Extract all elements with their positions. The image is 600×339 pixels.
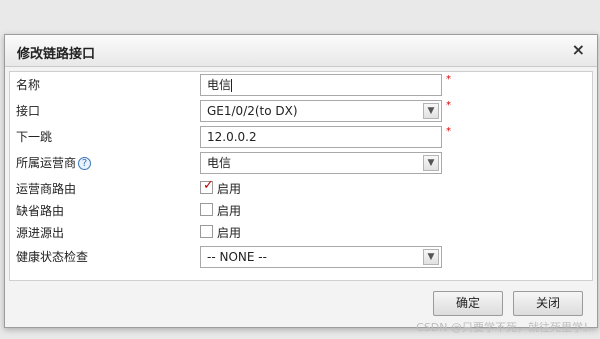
name-input-value: 电信 xyxy=(207,78,232,92)
next-hop-input[interactable]: 12.0.0.2 xyxy=(200,126,442,148)
dialog-title: 修改链路接口 xyxy=(17,47,96,62)
default-route-label: 缺省路由 xyxy=(16,204,65,218)
row-next-hop: 下一跳 12.0.0.2 * xyxy=(10,126,592,148)
name-input[interactable]: 电信 xyxy=(200,74,442,96)
default-route-checkbox[interactable] xyxy=(200,203,213,216)
ok-button[interactable]: 确定 xyxy=(433,291,503,316)
isp-route-enable-label[interactable]: 启用 xyxy=(217,180,241,197)
interface-label: 接口 xyxy=(16,104,41,118)
checkmark-icon: ✓ xyxy=(203,178,214,193)
row-default-route: 缺省路由 启用 xyxy=(10,200,592,222)
row-interface: 接口 GE1/0/2(to DX) ▼ * xyxy=(10,100,592,122)
isp-route-label: 运营商路由 xyxy=(16,182,77,196)
chevron-down-icon[interactable]: ▼ xyxy=(423,249,439,265)
help-icon[interactable]: ? xyxy=(78,157,92,170)
interface-select-value: GE1/0/2(to DX) xyxy=(207,104,298,118)
source-in-out-label: 源进源出 xyxy=(16,226,65,240)
close-button[interactable]: 关闭 xyxy=(513,291,583,316)
source-in-out-checkbox[interactable] xyxy=(200,225,213,238)
chevron-down-icon[interactable]: ▼ xyxy=(423,103,439,119)
isp-select[interactable]: 电信 ▼ xyxy=(200,152,442,174)
name-label: 名称 xyxy=(16,78,41,92)
interface-select[interactable]: GE1/0/2(to DX) ▼ xyxy=(200,100,442,122)
isp-label: 所属运营商? xyxy=(16,154,92,171)
isp-label-text: 所属运营商 xyxy=(16,156,77,170)
row-source-in-out: 源进源出 启用 xyxy=(10,222,592,244)
required-marker: * xyxy=(446,74,451,85)
watermark: CSDN @只要学不死，就往死里学！ xyxy=(416,321,594,334)
row-health-check: 健康状态检查 -- NONE -- ▼ xyxy=(10,246,592,268)
default-route-enable-label[interactable]: 启用 xyxy=(217,202,241,219)
health-check-select-value: -- NONE -- xyxy=(207,250,267,264)
edit-link-interface-dialog: 修改链路接口 × 名称 电信 * 接口 GE1/0/2(to DX) ▼ * 下… xyxy=(4,34,598,328)
required-marker: * xyxy=(446,126,451,137)
chevron-down-icon[interactable]: ▼ xyxy=(423,155,439,171)
isp-route-checkbox[interactable]: ✓ xyxy=(200,178,214,194)
dialog-titlebar: 修改链路接口 × xyxy=(5,35,597,67)
health-check-label: 健康状态检查 xyxy=(16,250,89,264)
row-isp-route: 运营商路由 ✓ 启用 xyxy=(10,178,592,200)
next-hop-label: 下一跳 xyxy=(16,130,53,144)
text-cursor xyxy=(231,79,233,92)
next-hop-value: 12.0.0.2 xyxy=(207,130,257,144)
row-name: 名称 电信 * xyxy=(10,74,592,96)
health-check-select[interactable]: -- NONE -- ▼ xyxy=(200,246,442,268)
row-isp: 所属运营商? 电信 ▼ xyxy=(10,152,592,174)
form-panel: 名称 电信 * 接口 GE1/0/2(to DX) ▼ * 下一跳 12.0.0… xyxy=(9,71,593,281)
source-in-out-enable-label[interactable]: 启用 xyxy=(217,224,241,241)
close-icon[interactable]: × xyxy=(572,41,585,59)
required-marker: * xyxy=(446,100,451,111)
isp-select-value: 电信 xyxy=(207,156,232,170)
